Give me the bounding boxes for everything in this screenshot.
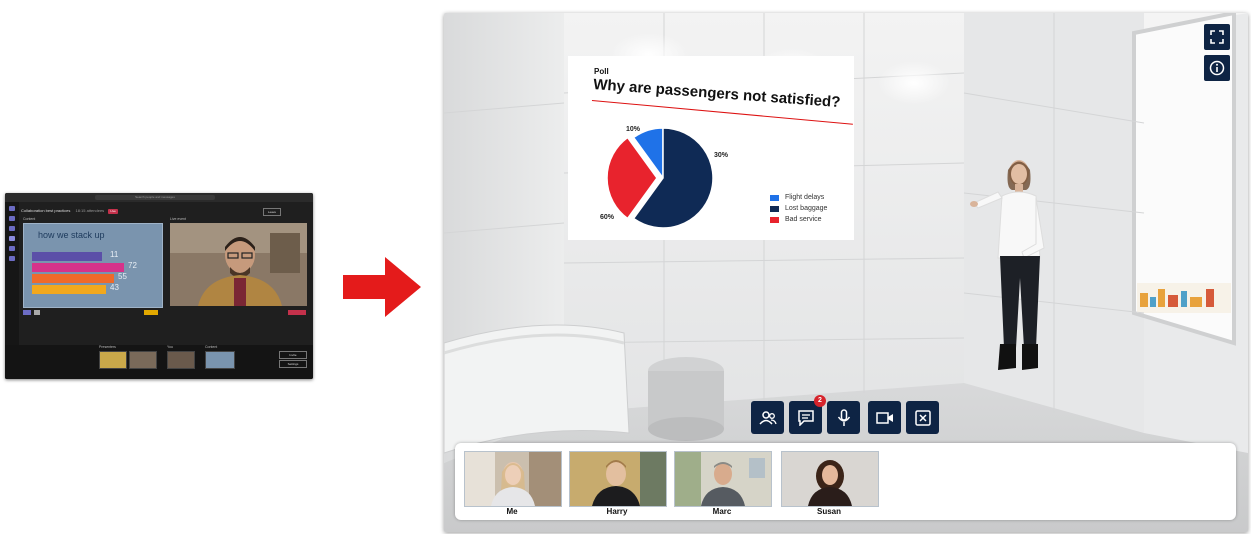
poll-legend: Flight delays Lost baggage Bad service bbox=[770, 192, 827, 225]
pie-label-lost-baggage: 60% bbox=[600, 214, 615, 221]
title-bar: Search people and messages bbox=[5, 193, 313, 202]
legend-label: Bad service bbox=[785, 216, 822, 223]
chat-button[interactable]: 2 bbox=[789, 395, 826, 434]
camera-icon bbox=[875, 411, 893, 424]
legend-swatch bbox=[770, 194, 779, 201]
participant-image bbox=[782, 452, 878, 506]
fullscreen-button[interactable] bbox=[1204, 24, 1230, 50]
calls-icon[interactable] bbox=[9, 246, 15, 251]
legend-swatch bbox=[770, 205, 779, 212]
invite-button[interactable]: Invite bbox=[279, 351, 307, 359]
legend-item: Flight delays bbox=[770, 192, 827, 203]
participant-video-harry[interactable] bbox=[569, 451, 667, 507]
leave-room-button[interactable] bbox=[906, 401, 939, 434]
participant-tile[interactable] bbox=[99, 351, 127, 369]
participant-image bbox=[570, 452, 666, 506]
chat-icon[interactable] bbox=[9, 216, 15, 221]
calendar-icon[interactable] bbox=[9, 236, 15, 241]
participant-image bbox=[465, 452, 561, 506]
settings-button[interactable]: Settings bbox=[279, 360, 307, 368]
participant-name: Harry bbox=[606, 507, 628, 516]
slide-bar bbox=[32, 252, 102, 261]
legend-item: Bad service bbox=[770, 214, 827, 225]
files-icon[interactable] bbox=[9, 256, 15, 261]
participants-icon bbox=[758, 410, 777, 425]
tray-section-label: Presenters bbox=[99, 345, 116, 349]
search-input[interactable]: Search people and messages bbox=[95, 195, 215, 200]
slide-bar bbox=[32, 274, 114, 283]
microphone-button[interactable] bbox=[827, 401, 860, 434]
teams-icon[interactable] bbox=[9, 226, 15, 231]
participant-name: Susan bbox=[816, 507, 841, 516]
pie-label-bad-service: 30% bbox=[714, 152, 729, 159]
presenter-image bbox=[170, 223, 307, 306]
content-label: Content bbox=[23, 217, 36, 221]
meeting-header: Collaboration best practices 18:15 atten… bbox=[21, 205, 311, 217]
legend-label: Lost baggage bbox=[785, 205, 828, 212]
close-box-icon bbox=[914, 409, 931, 426]
live-event-label: Live event bbox=[170, 217, 186, 221]
arrow-right-icon bbox=[343, 257, 421, 317]
slide-title: how we stack up bbox=[38, 230, 105, 240]
share-icon[interactable] bbox=[23, 310, 31, 315]
slide-bar bbox=[32, 285, 106, 294]
legend-item: Lost baggage bbox=[770, 203, 827, 214]
slide-bar bbox=[32, 263, 124, 272]
shared-slide: how we stack up 11 72 55 43 bbox=[23, 223, 163, 308]
participant-name: Marc bbox=[712, 507, 732, 516]
end-button[interactable] bbox=[288, 310, 306, 315]
microphone-icon bbox=[837, 408, 850, 426]
tray-section-label: Content bbox=[205, 345, 218, 349]
participant-video-susan[interactable] bbox=[781, 451, 879, 507]
activity-icon[interactable] bbox=[9, 206, 15, 211]
meeting-title: Collaboration best practices bbox=[21, 208, 71, 213]
participant-name: Me bbox=[506, 507, 518, 516]
camera-button[interactable] bbox=[868, 401, 901, 434]
presenter-video bbox=[170, 223, 307, 306]
participant-strip: Me Harry Marc Susan bbox=[455, 443, 1236, 520]
participant-tile[interactable] bbox=[129, 351, 157, 369]
participants-button[interactable] bbox=[751, 401, 784, 434]
teams-meeting-thumbnail: Search people and messages Collaboration… bbox=[5, 193, 313, 379]
meeting-meta: 18:15 attendees bbox=[75, 208, 105, 213]
presenter-avatar bbox=[970, 160, 1045, 370]
share-button[interactable] bbox=[144, 310, 158, 315]
fullscreen-icon bbox=[1210, 30, 1224, 44]
poll-screen: Poll Why are passengers not satisfied? 1… bbox=[568, 56, 854, 240]
slide-number: 55 bbox=[118, 272, 127, 281]
tray-section-label: You bbox=[167, 345, 173, 349]
slide-number: 11 bbox=[110, 250, 119, 259]
participant-video-me[interactable] bbox=[464, 451, 562, 507]
content-tile[interactable] bbox=[205, 351, 235, 369]
chat-icon bbox=[797, 409, 814, 426]
participant-tile[interactable] bbox=[167, 351, 195, 369]
info-icon bbox=[1209, 60, 1225, 76]
info-button[interactable] bbox=[1204, 55, 1230, 81]
participant-image bbox=[675, 452, 771, 506]
pie-label-flight-delays: 10% bbox=[626, 126, 641, 133]
legend-label: Flight delays bbox=[785, 194, 825, 201]
virtual-room-scene: Poll Why are passengers not satisfied? 1… bbox=[444, 13, 1248, 532]
slide-number: 43 bbox=[110, 283, 119, 292]
legend-swatch bbox=[770, 216, 779, 223]
chat-unread-badge: 2 bbox=[814, 395, 826, 407]
participant-tray: Presenters You Content Invite Settings bbox=[5, 345, 313, 379]
participant-video-marc[interactable] bbox=[674, 451, 772, 507]
slide-number: 72 bbox=[128, 261, 137, 270]
camera-icon[interactable] bbox=[34, 310, 40, 315]
live-badge: Live bbox=[108, 209, 118, 214]
leave-button[interactable]: Leave bbox=[263, 208, 281, 216]
